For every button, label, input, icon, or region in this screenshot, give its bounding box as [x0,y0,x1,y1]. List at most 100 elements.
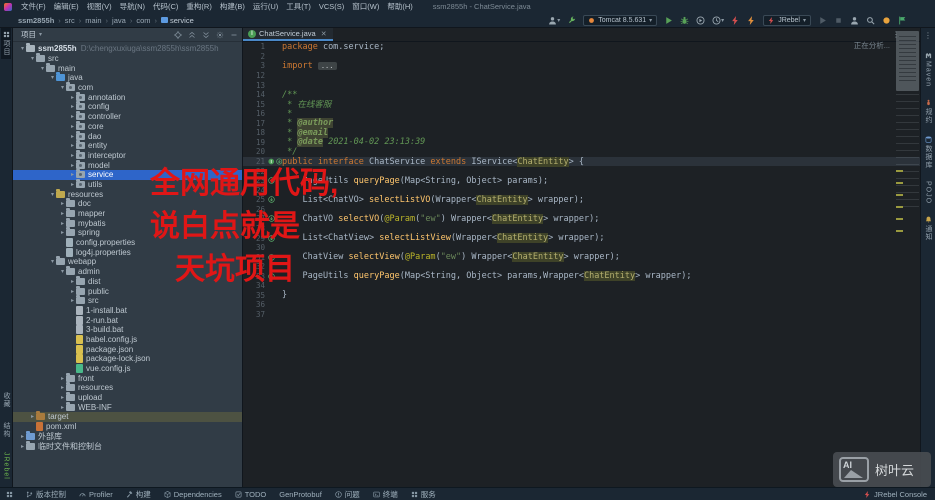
stripe-button-POJO[interactable]: POJO [925,181,932,204]
stop-icon[interactable] [834,16,843,25]
kebab-menu-icon[interactable]: ⋮ [924,31,932,40]
menu-item[interactable]: 重构(R) [182,2,215,11]
stripe-button-收藏[interactable]: 收藏 [1,389,11,411]
tree-item-src[interactable]: ▾ src [13,53,242,64]
tree-item-core[interactable]: ▸ core [13,120,242,132]
debug-icon[interactable] [680,16,689,25]
scrollbar-mark[interactable] [896,182,903,184]
menu-item[interactable]: 代码(C) [149,2,182,11]
close-icon[interactable]: ✕ [321,30,327,38]
breadcrumb-item[interactable]: com [134,16,152,25]
tree-item-package.json[interactable]: package.json [13,344,242,354]
tool-windows-icon[interactable] [6,491,13,498]
flag-icon[interactable] [898,16,907,25]
run-config-combo[interactable]: JRebel ▾ [763,14,811,26]
run-icon[interactable] [664,16,673,25]
tree-item-WEB-INF[interactable]: ▸ WEB-INF [13,401,242,412]
menu-item[interactable]: 运行(U) [249,2,282,11]
menu-item[interactable]: 构建(B) [216,2,249,11]
breadcrumb-item[interactable]: main [83,16,103,25]
tree-item-front[interactable]: ▸ front [13,372,242,383]
stripe-button-规约[interactable]: 规约 [923,99,933,124]
tree-item-babel.config.js[interactable]: babel.config.js [13,334,242,345]
chevron-down-icon[interactable]: ▾ [39,31,42,38]
statusbar-TODO[interactable]: TODO [235,490,266,499]
tree-item-vue.config.js[interactable]: vue.config.js [13,364,242,374]
wrench-icon[interactable] [567,16,576,25]
tree-item-controller[interactable]: ▸ controller [13,111,242,122]
stripe-button-结构[interactable]: 结构 [1,419,11,441]
statusbar-终端[interactable]: 终端 [373,489,398,500]
tree-item-dao[interactable]: ▸ dao [13,130,242,141]
expand-icon[interactable] [202,30,210,39]
tab-chatservice[interactable]: I ChatService.java ✕ [243,28,333,41]
tree-item-2-run.bat[interactable]: 2-run.bat [13,315,242,325]
run-config-combo[interactable]: Tomcat 8.5.631 ▾ [583,14,658,26]
stripe-button-JRebel[interactable]: JRebel [1,449,11,483]
tree-item-临时文件和控制台[interactable]: ▸ 临时文件和控制台 [13,440,242,451]
breadcrumb-item[interactable]: ssm2855h [16,16,56,25]
dot-icon[interactable] [882,16,891,25]
tree-item-annotation[interactable]: ▸ annotation [13,91,242,102]
locate-icon[interactable] [174,30,182,39]
menu-item[interactable]: 导航(N) [116,2,149,11]
breadcrumb: ssm2855h › src › main › java › com › service [0,16,196,25]
tree-item-upload[interactable]: ▸ upload [13,392,242,403]
menu-item[interactable]: 视图(V) [83,2,116,11]
magnifier-icon[interactable] [866,16,875,25]
breadcrumb-item[interactable]: java [110,16,128,25]
tree-item-target[interactable]: ▸ target [13,411,242,422]
tree-item-src[interactable]: ▸ src [13,295,242,306]
statusbar-构建[interactable]: 构建 [126,489,151,500]
statusbar-版本控制[interactable]: 版本控制 [26,489,66,500]
breadcrumb-item[interactable]: src [63,16,77,25]
minus-icon[interactable] [230,30,238,39]
user-icon[interactable] [850,16,859,25]
scrollbar-mark[interactable] [896,230,903,232]
statusbar-Profiler[interactable]: Profiler [79,490,113,499]
project-panel-title[interactable]: 项目 [21,29,36,40]
tree-item-package-lock.json[interactable]: package-lock.json [13,354,242,364]
statusbar-服务[interactable]: 服务 [411,489,436,500]
tree-item-config[interactable]: ▸ config [13,101,242,112]
tree-item-com[interactable]: ▾ com [13,82,242,93]
tree-item-ssm2855h[interactable]: ▾ ssm2855h D:\chengxuxiuga\ssm2855h\ssm285… [13,43,242,54]
menu-item[interactable]: 帮助(H) [383,2,416,11]
bolt-icon[interactable] [747,16,756,25]
menu-item[interactable]: 工具(T) [282,2,315,11]
stripe-button-通知[interactable]: 通知 [923,216,933,241]
statusbar-Dependencies[interactable]: Dependencies [164,490,222,499]
run-icon[interactable] [818,16,827,25]
collapse-icon[interactable] [188,30,196,39]
menu-item[interactable]: 窗口(W) [348,2,383,11]
file-icon [76,334,83,344]
menu-item[interactable]: 文件(F) [17,2,50,11]
scrollbar-mark[interactable] [896,218,903,220]
tree-item-3-build.bat[interactable]: 3-build.bat [13,325,242,335]
menu-item[interactable]: VCS(S) [315,2,348,11]
gear-icon[interactable] [216,30,224,39]
coverage-icon[interactable] [696,16,705,25]
tree-item-main[interactable]: ▾ main [13,62,242,73]
jrebel-console-button[interactable]: JRebel Console [864,490,935,499]
tree-item-1-install.bat[interactable]: 1-install.bat [13,305,242,316]
bolt-icon[interactable] [731,16,740,25]
statusbar-GenProtobuf[interactable]: GenProtobuf [279,490,322,499]
menu-item[interactable]: 编辑(E) [50,2,83,11]
stripe-button-数据库[interactable]: 数据库 [923,136,933,169]
scrollbar-mark[interactable] [896,206,903,208]
statusbar-问题[interactable]: 问题 [335,489,360,500]
scrollbar-mark[interactable] [896,170,903,172]
code-minimap[interactable] [896,31,919,91]
stripe-button-项目[interactable]: 项目 [1,28,11,59]
user-icon[interactable]: ▾ [548,16,560,25]
stripe-button-Maven[interactable]: Maven [925,52,932,87]
breadcrumb-item[interactable]: service [159,16,196,25]
code-area[interactable]: 1 package com.service; 2 3 import ... 12 13 14/… [243,42,920,487]
tree-item-interceptor[interactable]: ▸ interceptor [13,149,242,161]
scrollbar-mark[interactable] [896,194,903,196]
tree-item-entity[interactable]: ▸ entity [13,140,242,151]
tree-item-java[interactable]: ▾ java [13,72,242,83]
tree-item-resources[interactable]: ▸ resources [13,382,242,393]
profiler-icon[interactable]: ▾ [712,16,724,25]
